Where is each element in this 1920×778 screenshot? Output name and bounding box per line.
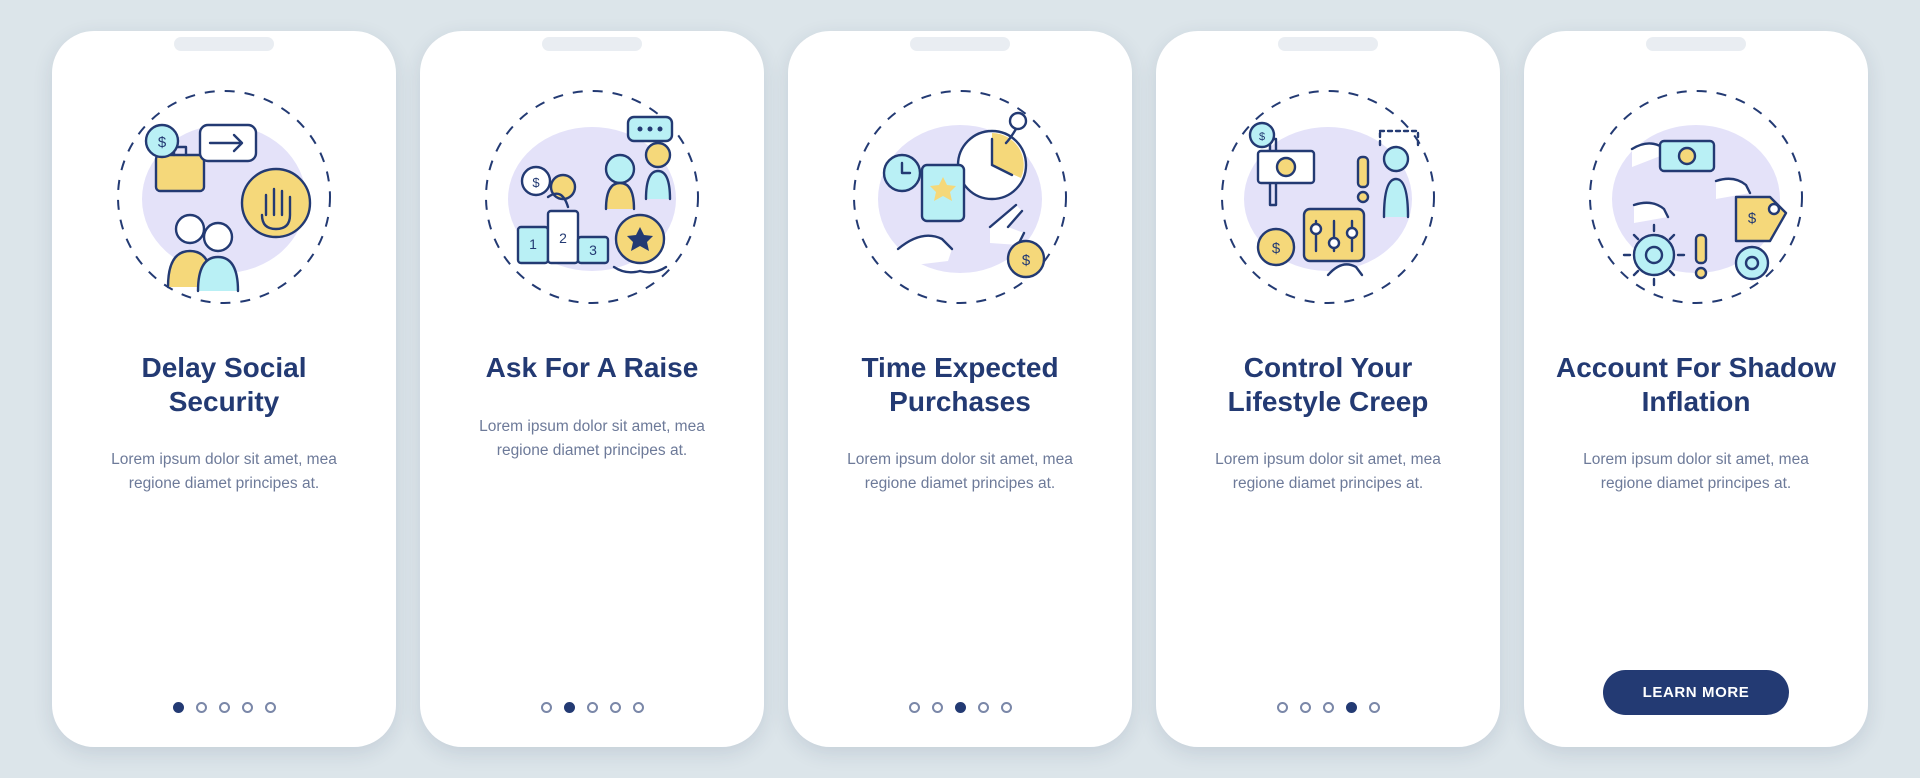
phone-notch bbox=[885, 31, 1035, 57]
pagination-dots bbox=[814, 702, 1106, 713]
dot-5[interactable] bbox=[633, 702, 644, 713]
phone-notch bbox=[517, 31, 667, 57]
screen-title: Delay Social Security bbox=[78, 351, 370, 418]
shadow-inflation-icon: $ bbox=[1550, 67, 1842, 327]
screen-title: Account For Shadow Inflation bbox=[1550, 351, 1842, 418]
dot-4[interactable] bbox=[1346, 702, 1357, 713]
dot-2[interactable] bbox=[564, 702, 575, 713]
onboarding-screen-5: $ Account For Shadow Inflation Lorem ips… bbox=[1524, 31, 1868, 747]
dot-2[interactable] bbox=[932, 702, 943, 713]
pagination-dots bbox=[1182, 702, 1474, 713]
screen-title: Time Expected Purchases bbox=[814, 351, 1106, 418]
screen-description: Lorem ipsum dolor sit amet, mea regione … bbox=[814, 448, 1106, 496]
svg-text:1: 1 bbox=[529, 236, 537, 252]
dot-3[interactable] bbox=[1323, 702, 1334, 713]
dot-5[interactable] bbox=[1369, 702, 1380, 713]
svg-text:$: $ bbox=[1272, 240, 1281, 257]
onboarding-screen-4: $ $ Control Your Lifestyle Creep Lorem i… bbox=[1156, 31, 1500, 747]
dot-4[interactable] bbox=[242, 702, 253, 713]
screen-description: Lorem ipsum dolor sit amet, mea regione … bbox=[78, 448, 370, 496]
dot-1[interactable] bbox=[1277, 702, 1288, 713]
dot-2[interactable] bbox=[196, 702, 207, 713]
svg-text:$: $ bbox=[1022, 252, 1031, 269]
svg-text:$: $ bbox=[1259, 131, 1265, 143]
dot-1[interactable] bbox=[541, 702, 552, 713]
dot-5[interactable] bbox=[265, 702, 276, 713]
svg-text:$: $ bbox=[1748, 210, 1757, 227]
dot-5[interactable] bbox=[1001, 702, 1012, 713]
dot-3[interactable] bbox=[587, 702, 598, 713]
phone-notch bbox=[1621, 31, 1771, 57]
dot-3[interactable] bbox=[219, 702, 230, 713]
dot-1[interactable] bbox=[173, 702, 184, 713]
lifestyle-creep-icon: $ $ bbox=[1182, 67, 1474, 327]
svg-text:2: 2 bbox=[559, 230, 567, 246]
screen-description: Lorem ipsum dolor sit amet, mea regione … bbox=[1182, 448, 1474, 496]
pagination-dots bbox=[446, 702, 738, 713]
dot-3[interactable] bbox=[955, 702, 966, 713]
ask-raise-icon: 1 2 3 $ bbox=[446, 67, 738, 327]
screen-description: Lorem ipsum dolor sit amet, mea regione … bbox=[1550, 448, 1842, 496]
onboarding-screen-2: 1 2 3 $ Ask For A Raise Lorem ipsum dolo… bbox=[420, 31, 764, 747]
phone-notch bbox=[1253, 31, 1403, 57]
svg-text:3: 3 bbox=[589, 242, 597, 258]
screen-title: Ask For A Raise bbox=[446, 351, 738, 385]
onboarding-screen-3: $ Time Expected Purchases Lorem ipsum do… bbox=[788, 31, 1132, 747]
time-purchases-icon: $ bbox=[814, 67, 1106, 327]
onboarding-screen-1: $ Delay Social Security Lorem ipsum dolo… bbox=[52, 31, 396, 747]
svg-text:$: $ bbox=[532, 175, 540, 190]
dot-4[interactable] bbox=[610, 702, 621, 713]
learn-more-button[interactable]: LEARN MORE bbox=[1603, 670, 1790, 715]
svg-text:$: $ bbox=[158, 134, 167, 151]
phone-notch bbox=[149, 31, 299, 57]
screen-title: Control Your Lifestyle Creep bbox=[1182, 351, 1474, 418]
screen-description: Lorem ipsum dolor sit amet, mea regione … bbox=[446, 415, 738, 463]
dot-2[interactable] bbox=[1300, 702, 1311, 713]
dot-4[interactable] bbox=[978, 702, 989, 713]
pagination-dots bbox=[78, 702, 370, 713]
delay-social-security-icon: $ bbox=[78, 67, 370, 327]
dot-1[interactable] bbox=[909, 702, 920, 713]
